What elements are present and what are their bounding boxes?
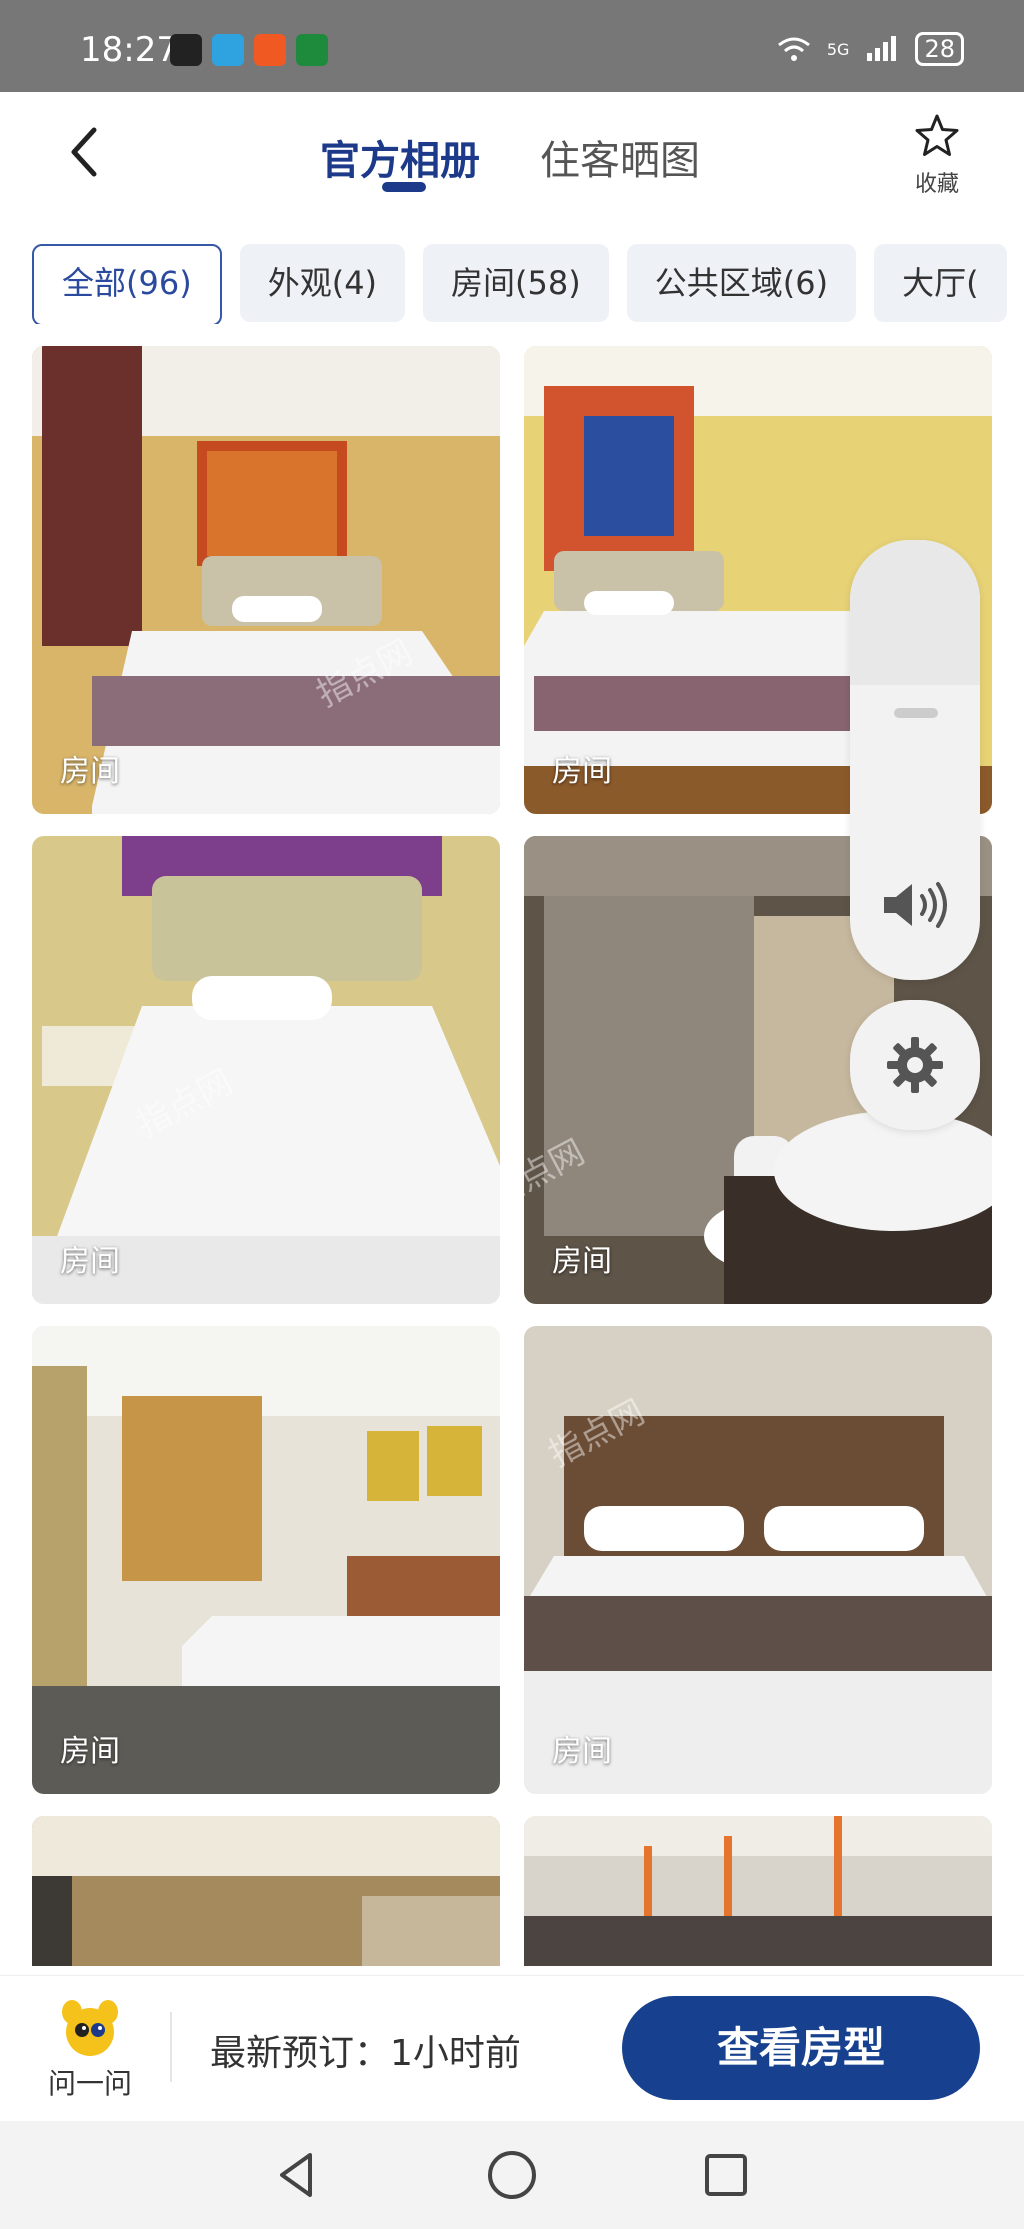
room-photo: [32, 346, 500, 814]
photo-tile[interactable]: [32, 1816, 500, 1966]
photo-tile[interactable]: 指点网 房间: [524, 1326, 992, 1794]
filter-exterior[interactable]: 外观(4): [239, 244, 406, 322]
notification-icons: [170, 34, 328, 66]
network-type: 5G: [826, 39, 850, 59]
view-room-types-button[interactable]: 查看房型: [622, 1996, 980, 2100]
album-header: 官方相册 住客晒图 收藏: [0, 92, 1024, 212]
nav-back-icon[interactable]: [270, 2147, 326, 2203]
photo-label: 房间: [60, 1734, 120, 1769]
photo-label: 房间: [60, 1244, 120, 1279]
room-photo: [32, 1816, 500, 1966]
favorite-button[interactable]: 收藏: [902, 112, 972, 198]
photo-tile[interactable]: 指点网 房间: [32, 346, 500, 814]
ask-assistant-button[interactable]: 问一问: [36, 1998, 144, 2102]
tab-guest-photos[interactable]: 住客晒图: [540, 128, 700, 186]
qq-icon: [170, 34, 202, 66]
room-photo: [32, 1326, 500, 1794]
photo-tile[interactable]: 指点网 房间: [32, 836, 500, 1304]
photo-tile[interactable]: [524, 1816, 992, 1966]
system-navigation-bar: [0, 2121, 1024, 2229]
photo-label: 房间: [552, 754, 612, 789]
favorite-label: 收藏: [914, 172, 959, 197]
taobao-icon: [254, 34, 286, 66]
back-icon[interactable]: [60, 122, 110, 182]
ask-label: 问一问: [47, 2067, 132, 2100]
signal-icon: [867, 36, 897, 61]
tab-official-album[interactable]: 官方相册: [320, 128, 480, 186]
gear-icon: [887, 1037, 943, 1093]
photo-label: 房间: [552, 1244, 612, 1279]
star-icon: [915, 114, 959, 156]
post-icon: [296, 34, 328, 66]
room-photo: [524, 1326, 992, 1794]
photo-tile[interactable]: 房间: [32, 1326, 500, 1794]
volume-track-empty: [850, 540, 980, 685]
volume-handle[interactable]: [894, 708, 938, 718]
active-tab-indicator: [382, 182, 426, 192]
lobby-photo: [524, 1816, 992, 1966]
battery-indicator: 28: [915, 32, 964, 66]
assistant-mascot-icon: [62, 2000, 118, 2056]
wifi-icon: [777, 37, 810, 61]
latest-booking-text: 最新预订：1小时前: [210, 2033, 521, 2074]
filter-rooms[interactable]: 房间(58): [423, 244, 609, 322]
filter-public-area[interactable]: 公共区域(6): [626, 244, 857, 322]
telegram-icon: [212, 34, 244, 66]
volume-slider[interactable]: [850, 540, 980, 980]
speaker-icon: [884, 882, 947, 928]
category-filters: 全部(96) 外观(4) 房间(58) 公共区域(6) 大厅(: [32, 244, 1024, 324]
photo-label: 房间: [60, 754, 120, 789]
status-time: 18:27: [80, 30, 178, 70]
booking-bar: 问一问 最新预订：1小时前 查看房型: [0, 1975, 1024, 2122]
filter-lobby[interactable]: 大厅(: [874, 244, 1007, 322]
photo-label: 房间: [552, 1734, 612, 1769]
room-photo: [32, 836, 500, 1304]
nav-recents-icon[interactable]: [698, 2147, 754, 2203]
divider: [170, 2012, 172, 2082]
nav-home-icon[interactable]: [484, 2147, 540, 2203]
status-bar: 18:27 5G 28: [0, 0, 1024, 92]
filter-all[interactable]: 全部(96): [32, 244, 222, 324]
sound-settings-button[interactable]: [850, 1000, 980, 1130]
